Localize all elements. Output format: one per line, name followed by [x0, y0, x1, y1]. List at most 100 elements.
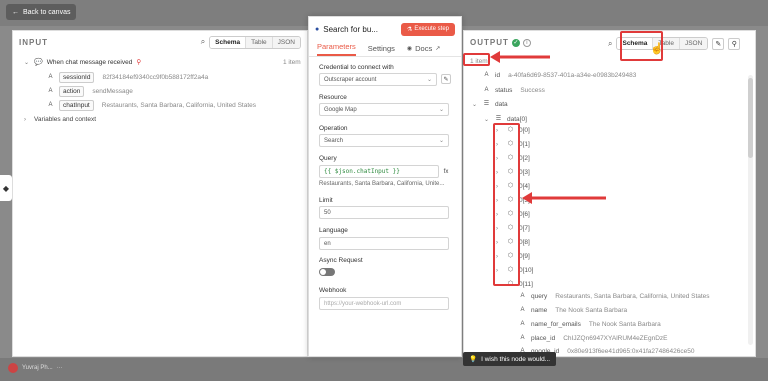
tab-parameters[interactable]: Parameters: [317, 42, 356, 56]
tab-docs[interactable]: ◉ Docs ↗: [407, 44, 440, 56]
pencil-icon: ✎: [715, 40, 722, 48]
trigger-row[interactable]: ⌄ 💬 When chat message received ⚲: [24, 58, 141, 67]
external-link-icon: ↗: [435, 46, 441, 52]
input-field-row[interactable]: A sessionId 82f34184ef9340cc9f0b588172ff…: [46, 72, 208, 83]
input-tab-schema[interactable]: Schema: [210, 36, 246, 48]
pin-data-button[interactable]: ⚲: [728, 37, 741, 50]
input-item-count: 1 item: [283, 59, 301, 66]
resource-value: Google Map: [324, 106, 357, 113]
chat-icon: 💬: [34, 59, 43, 66]
field-value: The Nook Santa Barbara: [588, 321, 661, 328]
node-tabs: Parameters Settings ◉ Docs ↗: [309, 41, 461, 57]
field-key[interactable]: query: [531, 293, 547, 300]
node-title[interactable]: Search for bu...: [323, 25, 378, 34]
user-name: Yuvraj Ph...: [22, 365, 53, 371]
variables-label: Variables and context: [34, 116, 97, 123]
docs-logo-icon: ◉: [406, 46, 413, 52]
output-field-row[interactable]: A name The Nook Santa Barbara: [518, 306, 627, 315]
string-type-icon: A: [484, 87, 489, 93]
execute-step-button[interactable]: ⚗ Execute step: [400, 22, 455, 36]
field-key[interactable]: status: [495, 87, 512, 94]
output-header: OUTPUT ✓ i: [470, 38, 531, 47]
query-expression: {{ $json.chatInput }}: [324, 168, 400, 175]
chevron-down-icon: ⌄: [438, 107, 444, 113]
input-tab-table[interactable]: Table: [245, 36, 272, 48]
chevron-down-icon: ⌄: [438, 138, 444, 144]
operation-select[interactable]: Search ⌄: [319, 134, 449, 147]
array-item-label: 0[9]: [519, 253, 530, 260]
credential-label: Credential to connect with: [319, 64, 394, 71]
puzzle-icon: ◆: [2, 183, 10, 193]
query-input[interactable]: {{ $json.chatInput }}: [319, 165, 439, 178]
field-key[interactable]: action: [59, 86, 85, 97]
bottom-bar: [0, 358, 768, 381]
output-scrollbar-thumb[interactable]: [748, 78, 753, 158]
operation-value: Search: [324, 137, 344, 144]
search-icon[interactable]: ⌕: [201, 37, 205, 47]
language-input[interactable]: en: [319, 237, 449, 250]
field-value: sendMessage: [92, 88, 133, 95]
user-chip[interactable]: Yuvraj Ph... ···: [8, 363, 63, 373]
field-value: Restaurants, Santa Barbara, California, …: [555, 293, 710, 300]
limit-input[interactable]: 50: [319, 206, 449, 219]
array-item-label: 0[7]: [519, 225, 530, 232]
chevron-down-icon[interactable]: ⌄: [484, 116, 490, 123]
array-item-label: 0[8]: [519, 239, 530, 246]
field-key[interactable]: sessionId: [59, 72, 95, 83]
field-key[interactable]: id: [495, 72, 500, 79]
input-title: INPUT: [19, 37, 48, 47]
query-preview: Restaurants, Santa Barbara, California, …: [319, 181, 445, 187]
variables-row[interactable]: › Variables and context: [24, 116, 96, 123]
string-type-icon: A: [520, 335, 525, 341]
chevron-down-icon[interactable]: ⌄: [472, 101, 478, 108]
collapse-tab[interactable]: ◆: [0, 175, 12, 201]
output-field-row[interactable]: A name_for_emails The Nook Santa Barbara: [518, 320, 661, 329]
output-field-row[interactable]: A query Restaurants, Santa Barbara, Cali…: [518, 292, 710, 301]
array-item-label: 0[4]: [519, 183, 530, 190]
execute-label: Execute step: [414, 26, 449, 32]
string-type-icon: A: [520, 307, 525, 313]
input-header: INPUT ⌕ Schema Table JSON: [13, 31, 307, 53]
annotation-arrow-array-items: [522, 192, 606, 204]
annotation-box-item-count: [463, 53, 490, 66]
pin-icon: ⚲: [731, 40, 737, 48]
feedback-tooltip[interactable]: 💡 I wish this node would...: [463, 352, 557, 366]
resource-select[interactable]: Google Map ⌄: [319, 103, 449, 116]
tab-settings[interactable]: Settings: [368, 44, 395, 56]
lightbulb-icon: 💡: [469, 356, 478, 363]
expression-toggle[interactable]: fx: [441, 167, 451, 177]
chevron-down-icon[interactable]: ⌄: [24, 59, 30, 66]
input-tab-json[interactable]: JSON: [271, 36, 300, 48]
input-field-row[interactable]: A action sendMessage: [46, 86, 133, 97]
output-field-row[interactable]: A place_id ChIJZQn6947XYAlRUM4eZEgnDzE: [518, 334, 667, 343]
field-key[interactable]: name: [531, 307, 547, 314]
info-icon[interactable]: i: [522, 38, 531, 47]
annotation-box-array-items: [493, 123, 520, 286]
async-toggle[interactable]: [319, 268, 335, 276]
output-tab-json[interactable]: JSON: [678, 38, 708, 49]
output-field-row[interactable]: A id a-40fa6d69-8537-401a-a34e-e0983b249…: [482, 71, 636, 80]
field-key[interactable]: name_for_emails: [531, 321, 581, 328]
data0-key: data[0]: [507, 116, 527, 123]
string-type-icon: A: [48, 102, 53, 108]
chevron-right-icon[interactable]: ›: [24, 117, 30, 123]
pencil-icon: ✎: [443, 76, 449, 83]
webhook-input[interactable]: https://your-webhook-url.com: [319, 297, 449, 310]
edit-output-button[interactable]: ✎: [712, 37, 725, 50]
cursor-hand-icon: ☝: [650, 43, 664, 55]
field-key[interactable]: chatInput: [59, 100, 94, 111]
data-key: data: [495, 101, 508, 108]
data-row[interactable]: ⌄ ☰ data: [472, 100, 508, 109]
field-value: 0x80e913f6ee41d965:0x41fa27486426ce50: [567, 348, 695, 355]
edit-credential-button[interactable]: ✎: [441, 74, 451, 84]
field-key[interactable]: place_id: [531, 335, 555, 342]
credential-value: Outscraper account: [324, 76, 377, 83]
credential-select[interactable]: Outscraper account ⌄: [319, 73, 437, 86]
back-to-canvas-button[interactable]: ← Back to canvas: [6, 4, 77, 20]
array-item-label: 0[0]: [519, 127, 530, 134]
input-field-row[interactable]: A chatInput Restaurants, Santa Barbara, …: [46, 100, 256, 111]
array-item-label: 0[11]: [519, 281, 533, 288]
output-field-row[interactable]: A status Success: [482, 86, 544, 95]
string-type-icon: A: [520, 321, 525, 327]
search-icon[interactable]: ⌕: [608, 39, 612, 49]
